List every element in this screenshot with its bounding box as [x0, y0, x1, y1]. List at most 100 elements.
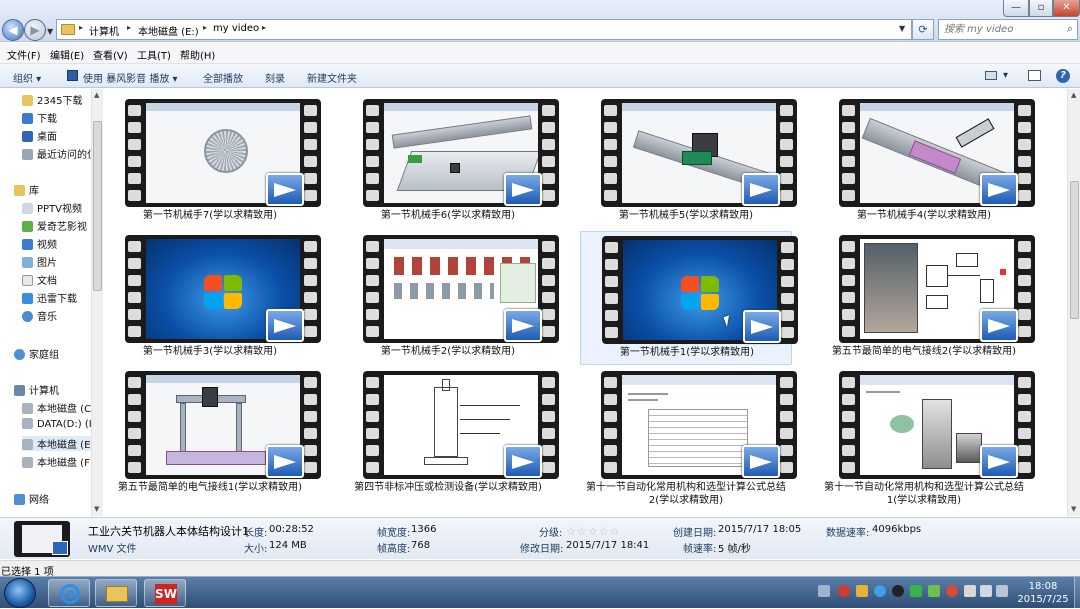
menu-tools[interactable]: 工具(T)	[137, 47, 171, 62]
tray-app-icon[interactable]	[928, 585, 940, 597]
nav-lib-music[interactable]: 音乐	[22, 308, 57, 323]
video-file-item-selected[interactable]: 第一节机械手1(学以求精致用)	[580, 231, 798, 365]
search-icon[interactable]: ⌕	[1067, 22, 1073, 36]
breadcrumb-separator-icon[interactable]: ▸	[127, 23, 131, 32]
history-dropdown-icon[interactable]: ▼	[47, 27, 53, 36]
video-file-item[interactable]: 第一节机械手6(学以求精致用)	[342, 95, 559, 229]
taskbar-solidworks-button[interactable]: SW	[144, 579, 186, 607]
organize-button[interactable]: 组织 ▾	[13, 70, 41, 85]
nav-libraries[interactable]: 库	[14, 182, 39, 197]
start-button[interactable]	[4, 578, 36, 608]
nav-label: 本地磁盘 (E	[37, 440, 91, 451]
nav-computer[interactable]: 计算机	[14, 382, 59, 397]
video-file-item[interactable]: 第十一节自动化常用机构和选型计算公式总结1(学以求精致用)	[818, 367, 1035, 506]
details-size: 124 MB	[269, 540, 307, 551]
search-box[interactable]: ⌕	[938, 19, 1078, 40]
tray-app-icon[interactable]	[874, 585, 886, 597]
rating-stars[interactable]: ☆☆☆☆☆	[566, 525, 620, 538]
nav-drive-e[interactable]: 本地磁盘 (E	[22, 436, 92, 451]
nav-lib-pptv[interactable]: PPTV视频	[22, 200, 82, 215]
nav-drive-f[interactable]: 本地磁盘 (F	[22, 454, 90, 469]
back-button[interactable]: ◀	[2, 19, 24, 41]
nav-favorite-recent[interactable]: 最近访问的位	[22, 146, 97, 161]
video-file-item[interactable]: 第一节机械手4(学以求精致用)	[818, 95, 1035, 229]
view-dropdown-icon[interactable]: ▾	[1003, 70, 1008, 81]
video-file-item[interactable]: 第五节最简单的电气接线2(学以求精致用)	[818, 231, 1035, 365]
search-input[interactable]	[939, 20, 1057, 39]
nav-lib-videos[interactable]: 视频	[22, 236, 57, 251]
video-file-item[interactable]: 第一节机械手3(学以求精致用)	[104, 231, 321, 365]
details-created-label: 创建日期:	[673, 528, 717, 539]
maximize-button[interactable]: ▫	[1029, 0, 1053, 17]
address-dropdown-icon[interactable]: ▼	[899, 24, 905, 33]
volume-icon[interactable]	[980, 585, 992, 597]
refresh-button[interactable]: ⟳	[912, 19, 934, 40]
video-file-item[interactable]: 第五节最简单的电气接线1(学以求精致用)	[104, 367, 321, 501]
nav-lib-iqiyi[interactable]: 爱奇艺影视	[22, 218, 87, 233]
nav-favorite-desktop[interactable]: 桌面	[22, 128, 57, 143]
video-file-item[interactable]: 第十一节自动化常用机构和选型计算公式总结2(学以求精致用)	[580, 367, 797, 506]
menu-help[interactable]: 帮助(H)	[180, 47, 215, 62]
breadcrumb-drive-e[interactable]: 本地磁盘 (E:)	[138, 23, 199, 38]
video-file-item[interactable]: 第一节机械手5(学以求精致用)	[580, 95, 797, 229]
details-datarate: 4096kbps	[872, 524, 922, 535]
new-folder-button[interactable]: 新建文件夹	[307, 70, 357, 85]
file-list-scroll-thumb[interactable]	[1070, 181, 1079, 319]
video-file-item[interactable]: 第一节机械手2(学以求精致用)	[342, 231, 559, 365]
menu-view[interactable]: 查看(V)	[93, 47, 128, 62]
video-file-item[interactable]: 第四节非标冲压或检测设备(学以求精致用)	[342, 367, 559, 501]
flag-icon[interactable]	[964, 585, 976, 597]
keyboard-icon[interactable]	[818, 585, 830, 597]
breadcrumb-computer[interactable]: 计算机	[89, 23, 119, 38]
preview-pane-icon[interactable]	[1028, 70, 1041, 81]
nav-homegroup[interactable]: 家庭组	[14, 346, 59, 361]
tray-app-icon[interactable]	[856, 585, 868, 597]
forward-button[interactable]: ▶	[24, 19, 46, 41]
tray-app-icon[interactable]	[838, 585, 850, 597]
taskbar-ie-button[interactable]: e	[48, 579, 90, 607]
nav-favorite-2345[interactable]: 2345下载	[22, 92, 82, 107]
scroll-up-icon[interactable]: ▲	[1071, 91, 1076, 99]
nav-drive-d[interactable]: DATA(D:) (I	[22, 418, 92, 430]
taskbar-explorer-button[interactable]	[95, 579, 137, 607]
clock[interactable]: 18:08 2015/7/25	[1012, 580, 1074, 606]
show-desktop-button[interactable]	[1074, 577, 1080, 609]
nav-lib-pictures[interactable]: 图片	[22, 254, 57, 269]
breadcrumb-separator-icon[interactable]: ▸	[203, 23, 207, 32]
menu-file[interactable]: 文件(F)	[7, 47, 41, 62]
scroll-down-icon[interactable]: ▼	[94, 505, 99, 513]
nav-drive-c[interactable]: 本地磁盘 (C	[22, 400, 91, 415]
address-bar[interactable]: ▸ 计算机 ▸ 本地磁盘 (E:) ▸ my video ▸ ▼	[56, 19, 912, 40]
nav-scroll-thumb[interactable]	[93, 121, 102, 291]
nav-network[interactable]: 网络	[14, 491, 49, 506]
nav-lib-thunder[interactable]: 迅雷下载	[22, 290, 77, 305]
video-file-badge-icon	[266, 309, 304, 342]
status-bar: 已选择 1 项	[0, 560, 1080, 578]
nav-lib-documents[interactable]: 文档	[22, 272, 57, 287]
network-status-icon[interactable]	[996, 585, 1008, 597]
breadcrumb-my-video[interactable]: my video	[213, 23, 259, 34]
menu-edit[interactable]: 编辑(E)	[50, 47, 84, 62]
close-button[interactable]: ✕	[1053, 0, 1080, 17]
breadcrumb-separator-icon[interactable]: ▸	[79, 23, 83, 32]
tray-app-icon[interactable]	[910, 585, 922, 597]
nav-scrollbar[interactable]: ▲ ▼	[91, 89, 103, 516]
file-list-scrollbar[interactable]: ▲ ▼	[1067, 89, 1080, 516]
play-all-button[interactable]: 全部播放	[203, 70, 243, 85]
nav-label: 视频	[37, 240, 57, 251]
video-file-item[interactable]: 第一节机械手7(学以求精致用)	[104, 95, 321, 229]
change-view-icon[interactable]	[985, 71, 997, 80]
breadcrumb-separator-icon[interactable]: ▸	[262, 23, 266, 32]
tray-app-icon[interactable]	[946, 585, 958, 597]
pictures-library-icon	[22, 257, 33, 268]
video-file-badge-icon	[743, 310, 781, 343]
burn-button[interactable]: 刻录	[265, 70, 285, 85]
scroll-up-icon[interactable]: ▲	[94, 91, 99, 99]
scroll-down-icon[interactable]: ▼	[1071, 505, 1076, 513]
qq-icon[interactable]	[892, 585, 904, 597]
minimize-button[interactable]: —	[1003, 0, 1029, 17]
details-length: 00:28:52	[269, 524, 314, 535]
help-icon[interactable]: ?	[1056, 69, 1070, 83]
nav-favorite-downloads[interactable]: 下载	[22, 110, 57, 125]
play-with-button[interactable]: 使用 暴风影音 播放 ▾	[83, 70, 178, 85]
